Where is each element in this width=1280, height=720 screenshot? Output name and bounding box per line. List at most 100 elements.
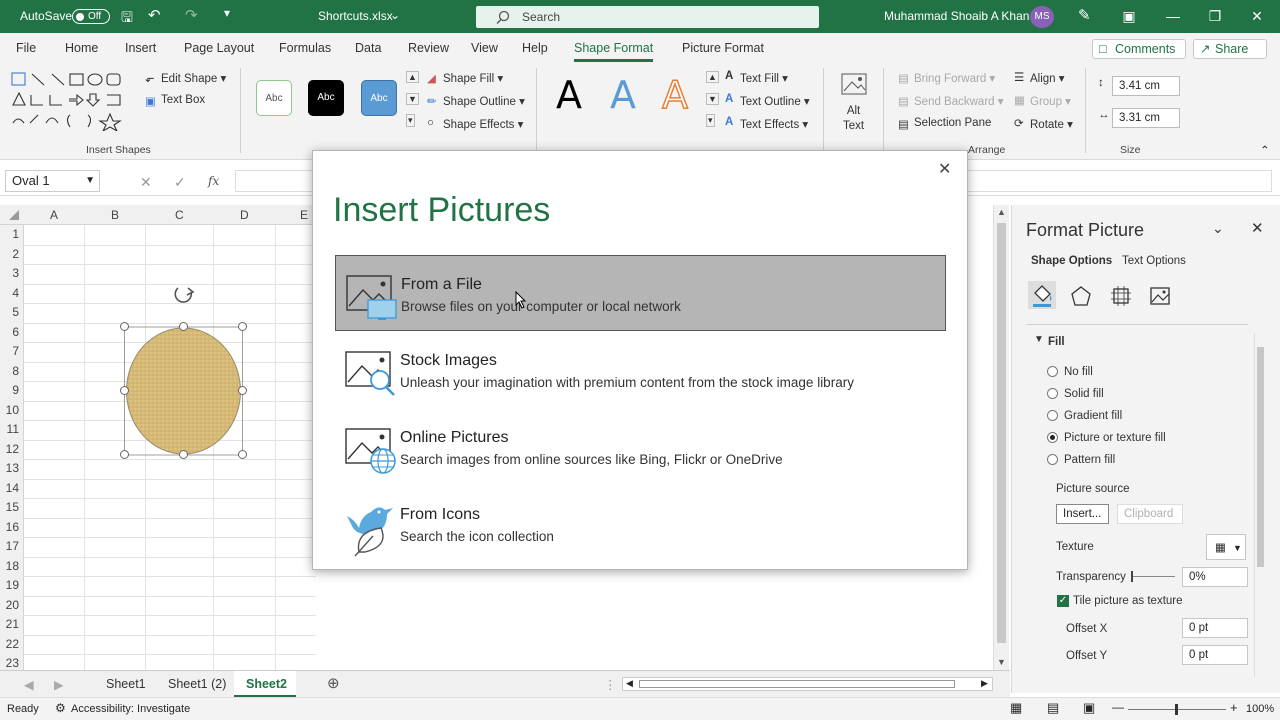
row-header[interactable]: 11 <box>0 422 23 436</box>
tab-formulas[interactable]: Formulas <box>279 41 331 55</box>
radio-picture-texture-fill[interactable] <box>1047 432 1058 443</box>
option-online-pictures[interactable]: Online Pictures Search images from onlin… <box>335 409 946 485</box>
save-icon[interactable]: 🖫 <box>121 7 133 31</box>
minimize-icon[interactable]: — <box>1158 4 1188 28</box>
row-header[interactable]: 15 <box>0 500 23 514</box>
row-header[interactable]: 1 <box>0 227 23 241</box>
text-box-button[interactable]: Text Box <box>161 94 205 106</box>
tile-checkbox[interactable]: ✓ <box>1057 595 1069 607</box>
alt-text-button[interactable]: Alt Text <box>843 104 864 134</box>
shape-style-1[interactable]: Abc <box>256 80 292 116</box>
accessibility-status[interactable]: Accessibility: Investigate <box>71 703 190 715</box>
undo-icon[interactable]: ↶ <box>148 6 161 24</box>
redo-icon[interactable]: ↷ <box>185 6 198 24</box>
chevron-down-icon[interactable]: ▼ <box>85 171 95 191</box>
slider-thumb[interactable] <box>1131 571 1133 582</box>
split-handle-icon[interactable]: ⋮ <box>604 677 617 692</box>
ribbon-display-icon[interactable]: ▣ <box>1114 4 1144 28</box>
tab-picture-format[interactable]: Picture Format <box>682 41 764 55</box>
row-header[interactable]: 2 <box>0 247 23 261</box>
row-header[interactable]: 16 <box>0 520 23 534</box>
bring-forward-button[interactable]: Bring Forward ▾ <box>914 71 995 85</box>
send-backward-button[interactable]: Send Backward ▾ <box>914 94 1004 108</box>
shape-height-input[interactable]: 3.41 cm <box>1112 76 1180 96</box>
tab-home[interactable]: Home <box>65 41 98 55</box>
pane-scrollbar[interactable] <box>1254 333 1266 677</box>
offset-y-input[interactable]: 0 pt <box>1182 645 1248 665</box>
edit-shape-button[interactable]: Edit Shape ▾ <box>161 71 226 85</box>
sheet-tab[interactable]: Sheet1 <box>106 677 146 691</box>
prev-sheet-icon[interactable]: ◀ <box>24 677 34 692</box>
wordart-scroll-up-icon[interactable]: ▲ <box>706 71 719 83</box>
resize-handle[interactable] <box>238 322 247 331</box>
sheet-tab-active[interactable]: Sheet2 <box>246 677 287 691</box>
option-from-icons[interactable]: From Icons Search the icon collection <box>335 486 946 562</box>
row-header[interactable]: 23 <box>0 656 23 670</box>
resize-handle[interactable] <box>120 386 129 395</box>
scroll-thumb[interactable] <box>997 223 1006 643</box>
collapse-ribbon-icon[interactable]: ⌃ <box>1260 143 1270 157</box>
scroll-right-icon[interactable]: ▶ <box>981 678 988 689</box>
rotate-button[interactable]: Rotate ▾ <box>1030 117 1073 131</box>
wordart-scroll-down-icon[interactable]: ▼ <box>706 93 719 105</box>
next-sheet-icon[interactable]: ▶ <box>54 677 64 692</box>
avatar[interactable]: MS <box>1030 6 1054 28</box>
shape-style-2[interactable]: Abc <box>308 80 344 116</box>
picture-icon[interactable] <box>1149 285 1171 307</box>
zoom-thumb[interactable] <box>1175 704 1178 715</box>
tab-review[interactable]: Review <box>408 41 449 55</box>
row-header[interactable]: 13 <box>0 461 23 475</box>
insert-picture-button[interactable]: Insert... <box>1056 504 1109 524</box>
wordart-style-3[interactable]: A <box>661 72 689 118</box>
zoom-slider[interactable] <box>1128 704 1226 715</box>
transparency-input[interactable]: 0% <box>1182 567 1248 587</box>
radio-pattern-fill[interactable] <box>1047 454 1058 465</box>
close-icon[interactable]: ✕ <box>938 159 951 179</box>
column-header[interactable]: B <box>111 208 119 222</box>
resize-handle[interactable] <box>120 322 129 331</box>
oval-shape[interactable] <box>108 282 258 472</box>
fill-section-header[interactable]: Fill <box>1048 336 1065 348</box>
row-header[interactable]: 21 <box>0 617 23 631</box>
scroll-left-icon[interactable]: ◀ <box>626 678 633 689</box>
row-header[interactable]: 22 <box>0 637 23 651</box>
clipboard-button[interactable]: Clipboard <box>1117 504 1183 524</box>
share-button[interactable]: ↗ Share <box>1193 39 1267 59</box>
align-button[interactable]: Align ▾ <box>1030 71 1065 85</box>
shape-effects-button[interactable]: Shape Effects ▾ <box>443 117 523 131</box>
vertical-scrollbar[interactable]: ▲ ▼ <box>993 205 1009 670</box>
normal-view-icon[interactable]: ▦ <box>1010 700 1022 716</box>
wordart-style-1[interactable]: A <box>556 73 582 117</box>
zoom-in-icon[interactable]: + <box>1230 700 1238 715</box>
shape-style-3[interactable]: Abc <box>361 80 397 116</box>
resize-handle[interactable] <box>179 450 188 459</box>
column-header[interactable]: A <box>50 208 58 222</box>
insert-function-button[interactable]: fx <box>208 174 219 188</box>
page-layout-view-icon[interactable]: ▤ <box>1047 700 1059 716</box>
size-properties-icon[interactable] <box>1110 285 1132 307</box>
sheet-tab[interactable]: Sheet1 (2) <box>168 677 226 691</box>
transparency-slider[interactable] <box>1131 571 1175 582</box>
row-header[interactable]: 17 <box>0 539 23 553</box>
row-header[interactable]: 5 <box>0 305 23 319</box>
shapes-gallery[interactable] <box>10 71 135 131</box>
customize-qat-icon[interactable]: ▾ <box>224 6 230 20</box>
row-header[interactable]: 14 <box>0 481 23 495</box>
user-name[interactable]: Muhammad Shoaib A Khan <box>884 9 1029 23</box>
row-header[interactable]: 6 <box>0 325 23 339</box>
close-icon[interactable]: ✕ <box>1251 219 1264 237</box>
pen-icon[interactable]: ✎ <box>1078 6 1091 24</box>
wordart-more-icon[interactable]: ▾ <box>706 114 715 127</box>
radio-gradient-fill[interactable] <box>1047 410 1058 421</box>
scroll-thumb[interactable] <box>1257 347 1264 567</box>
radio-no-fill[interactable] <box>1047 366 1058 377</box>
tab-view[interactable]: View <box>471 41 498 55</box>
resize-handle[interactable] <box>238 386 247 395</box>
gallery-scroll-up-icon[interactable]: ▲ <box>406 71 419 83</box>
name-box[interactable]: Oval 1 ▼ <box>5 170 100 192</box>
chevron-down-icon[interactable]: ⌄ <box>1212 220 1224 237</box>
row-header[interactable]: 4 <box>0 286 23 300</box>
horizontal-scrollbar[interactable]: ◀ ▶ <box>622 677 993 691</box>
option-stock-images[interactable]: Stock Images Unleash your imagination wi… <box>335 332 946 408</box>
tab-data[interactable]: Data <box>355 41 381 55</box>
